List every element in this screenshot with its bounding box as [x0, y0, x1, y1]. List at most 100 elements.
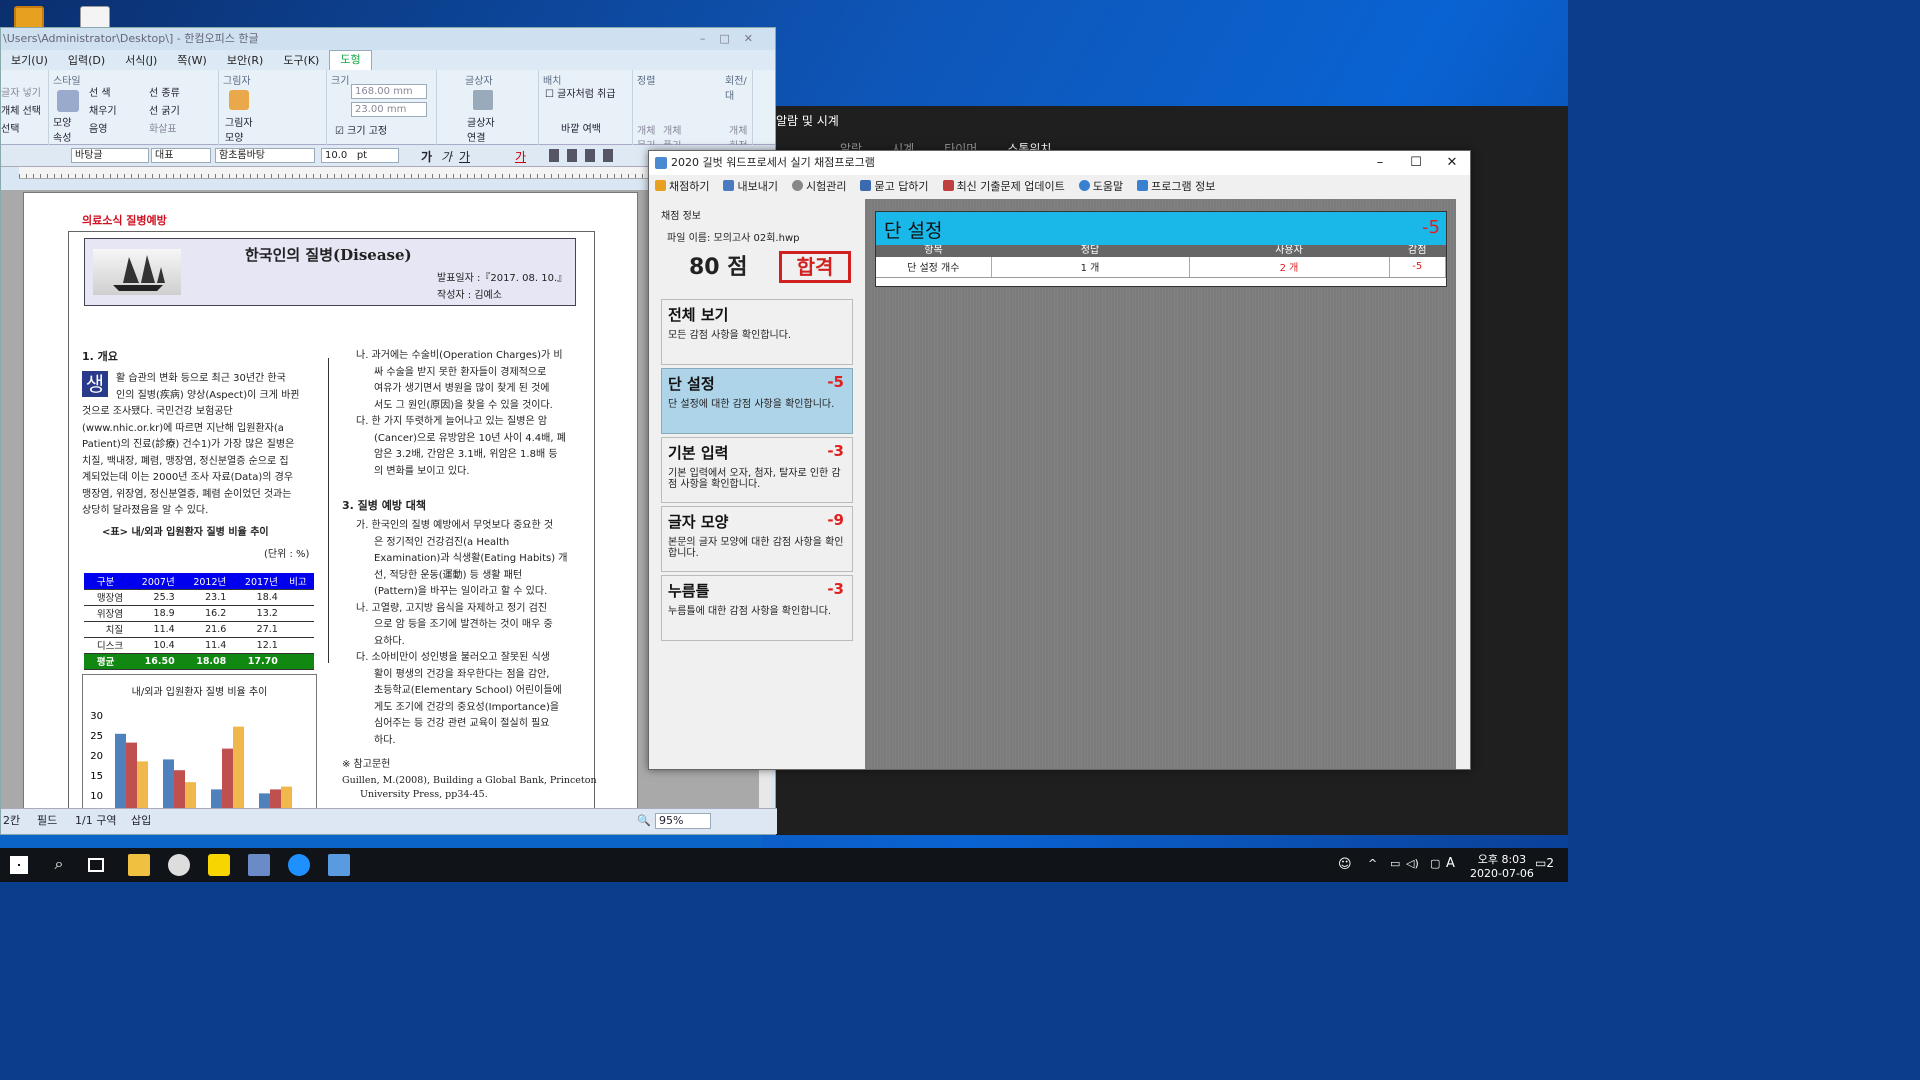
- shape-style-icon[interactable]: [57, 90, 79, 112]
- zoom-icon[interactable]: 🔍: [637, 809, 651, 833]
- help-label: 도움말: [1092, 180, 1124, 193]
- textbox-link-icon[interactable]: [473, 90, 493, 110]
- card-click-field[interactable]: 누름틀 -3 누름틀에 대한 감점 사항을 확인합니다.: [661, 575, 853, 641]
- notification-icon[interactable]: ▭2: [1535, 856, 1554, 870]
- file-explorer-icon[interactable]: [128, 854, 150, 876]
- hwp-menubar: 보기(U) 입력(D) 서식(J) 쪽(W) 보안(R) 도구(K) 도형: [1, 50, 775, 70]
- height-input[interactable]: 23.00 mm: [351, 102, 427, 117]
- menu-security[interactable]: 보안(R): [217, 52, 273, 68]
- para-1-a: 활 습관의 변화 등으로 최근 30년간 한국 인의 질병(疾病) 양상(Aspe…: [116, 371, 321, 404]
- table-cell: 16.2: [178, 605, 231, 622]
- volume-icon[interactable]: ◁): [1406, 857, 1419, 870]
- minimize-icon[interactable]: –: [1362, 151, 1398, 175]
- status-field: 필드: [37, 814, 58, 827]
- line-type-button[interactable]: 선 종류: [149, 84, 180, 99]
- line-width-button[interactable]: 선 굵기: [149, 102, 180, 117]
- width-input[interactable]: 168.00 mm: [351, 84, 427, 99]
- ribbon-left-b[interactable]: 개체 선택: [1, 102, 41, 117]
- task-view-icon[interactable]: [88, 858, 104, 872]
- table-cell: 27.1: [230, 621, 282, 638]
- table-cell: 13.2: [230, 605, 282, 622]
- clock[interactable]: 오후 8:03 2020-07-06: [1470, 851, 1534, 880]
- references-label: ※ 참고문헌: [342, 759, 391, 770]
- refresh-icon: [791, 180, 803, 191]
- align-buttons-icon[interactable]: [549, 149, 619, 162]
- card-desc: 기본 입력에서 오자, 첨자, 탈자로 인한 감점 사항을 확인합니다.: [668, 468, 841, 490]
- bold-icon[interactable]: 가: [421, 148, 432, 165]
- close-icon[interactable]: ✕: [1434, 151, 1470, 175]
- group-label-textbox: 글상자: [465, 76, 493, 87]
- people-icon[interactable]: ☺: [1338, 857, 1352, 872]
- ribbon-left-a[interactable]: 글자 넣기: [1, 84, 41, 99]
- network-icon[interactable]: ▭: [1390, 857, 1400, 870]
- header-red: 의료소식 질병예방: [82, 214, 167, 227]
- table-row: 디스크 10.4 11.4 12.1: [84, 637, 314, 654]
- line-color-button[interactable]: 선 색: [89, 84, 111, 99]
- qa-button[interactable]: 묻고 답하기: [860, 178, 929, 194]
- para-1-line-1: 활 습관의 변화 등으로 최근 30년간 한국: [116, 373, 286, 384]
- kakaotalk-icon[interactable]: [208, 854, 230, 876]
- shadow-icon[interactable]: [229, 90, 249, 110]
- table-row: 맹장염 25.3 23.1 18.4: [84, 589, 314, 606]
- text-color-icon[interactable]: 가: [515, 148, 526, 165]
- lang-select[interactable]: 대표: [151, 148, 211, 163]
- font-select[interactable]: 함초롬바탕: [215, 148, 315, 163]
- ribbon-group-size: 크기 168.00 mm 23.00 mm ☑ 크기 고정: [327, 70, 437, 145]
- search-icon[interactable]: ⌕: [48, 854, 70, 876]
- card-char-format[interactable]: 글자 모양 -9 본문의 글자 모양에 대한 감점 사항을 확인합니다.: [661, 506, 853, 572]
- style-select[interactable]: 바탕글: [71, 148, 149, 163]
- shade-button[interactable]: 음영: [89, 120, 107, 135]
- help-button[interactable]: 도움말: [1078, 178, 1124, 194]
- arrow-button[interactable]: 화살표: [149, 120, 177, 135]
- right-line: (Cancer)으로 유방암은 10년 사이 4.4배, 폐: [374, 432, 566, 444]
- display-icon[interactable]: ▢: [1430, 857, 1440, 870]
- app-icon: [655, 157, 667, 169]
- card-basic-input[interactable]: 기본 입력 -3 기본 입력에서 오자, 첨자, 탈자로 인한 감점 사항을 확…: [661, 437, 853, 503]
- grader-taskbar-icon[interactable]: [328, 854, 350, 876]
- edge-icon[interactable]: [288, 854, 310, 876]
- shape-style-label: 모양 속성: [53, 118, 72, 144]
- grader-scrollbar[interactable]: [1456, 199, 1470, 769]
- menu-tools[interactable]: 도구(K): [273, 52, 329, 68]
- clock-app-icon[interactable]: [168, 854, 190, 876]
- hwp-taskbar-icon[interactable]: [248, 854, 270, 876]
- fill-button[interactable]: 채우기: [89, 102, 117, 117]
- ribbon-left-c[interactable]: 선택: [1, 120, 19, 135]
- window-controls[interactable]: –□✕: [700, 28, 767, 50]
- info-icon: [1137, 180, 1149, 191]
- export-button[interactable]: 내보내기: [723, 178, 778, 194]
- zoom-select[interactable]: 95%: [655, 813, 711, 829]
- update-button[interactable]: 최신 기출문제 업데이트: [942, 178, 1065, 194]
- card-column-setting[interactable]: 단 설정 -5 단 설정에 대한 감점 사항을 확인합니다.: [661, 368, 853, 434]
- detail-title: 단 설정: [884, 220, 943, 242]
- card-title: 누름틀: [668, 582, 710, 600]
- menu-page[interactable]: 쪽(W): [167, 52, 217, 68]
- card-overview[interactable]: 전체 보기 모든 감점 사항을 확인합니다.: [661, 299, 853, 365]
- table-cell: 18.4: [230, 589, 282, 606]
- outer-margin-button[interactable]: 바깥 여백: [561, 120, 601, 135]
- info-button[interactable]: 프로그램 정보: [1137, 178, 1215, 194]
- as-char-checkbox[interactable]: ☐ 글자처럼 취급: [545, 85, 616, 100]
- menu-view[interactable]: 보기(U): [1, 52, 58, 68]
- exam-manage-button[interactable]: 시험관리: [791, 178, 846, 194]
- windows-start-icon[interactable]: [10, 856, 28, 874]
- chart-box[interactable]: 내/외과 입원환자 질병 비율 추이 30 25 20 15 10: [82, 674, 317, 830]
- menu-format[interactable]: 서식(J): [115, 52, 167, 68]
- document-page[interactable]: 의료소식 질병예방 한국인의 질병(Disease) 발표일자 :『2017. …: [23, 192, 638, 830]
- right-col-a: 나. 과거에는 수술비(Operation Charges)가 비 싸 수술을 …: [356, 348, 581, 480]
- group-label-rotate: 회전/대: [725, 76, 747, 102]
- shadow-label: 그림자 모양: [225, 118, 253, 144]
- right-line: 나. 고열량, 고지방 음식을 자제하고 정기 검진: [356, 602, 548, 614]
- font-size-input[interactable]: 10.0 pt: [321, 148, 399, 163]
- chevron-up-icon[interactable]: ^: [1368, 857, 1377, 870]
- fix-size-checkbox[interactable]: ☑ 크기 고정: [335, 122, 387, 137]
- underline-icon[interactable]: 가: [459, 148, 470, 165]
- group-label-shadow: 그림자: [223, 76, 251, 87]
- menu-shape[interactable]: 도형: [329, 50, 372, 70]
- ribbon-group-style: 스타일 모양 속성 선 색 채우기 음영 선 종류 선 굵기 화살표: [49, 70, 219, 145]
- maximize-icon[interactable]: ☐: [1398, 151, 1434, 175]
- ime-indicator[interactable]: A: [1446, 856, 1455, 871]
- grade-button[interactable]: 채점하기: [655, 178, 709, 194]
- menu-insert[interactable]: 입력(D): [58, 52, 115, 68]
- italic-icon[interactable]: 가: [441, 148, 452, 165]
